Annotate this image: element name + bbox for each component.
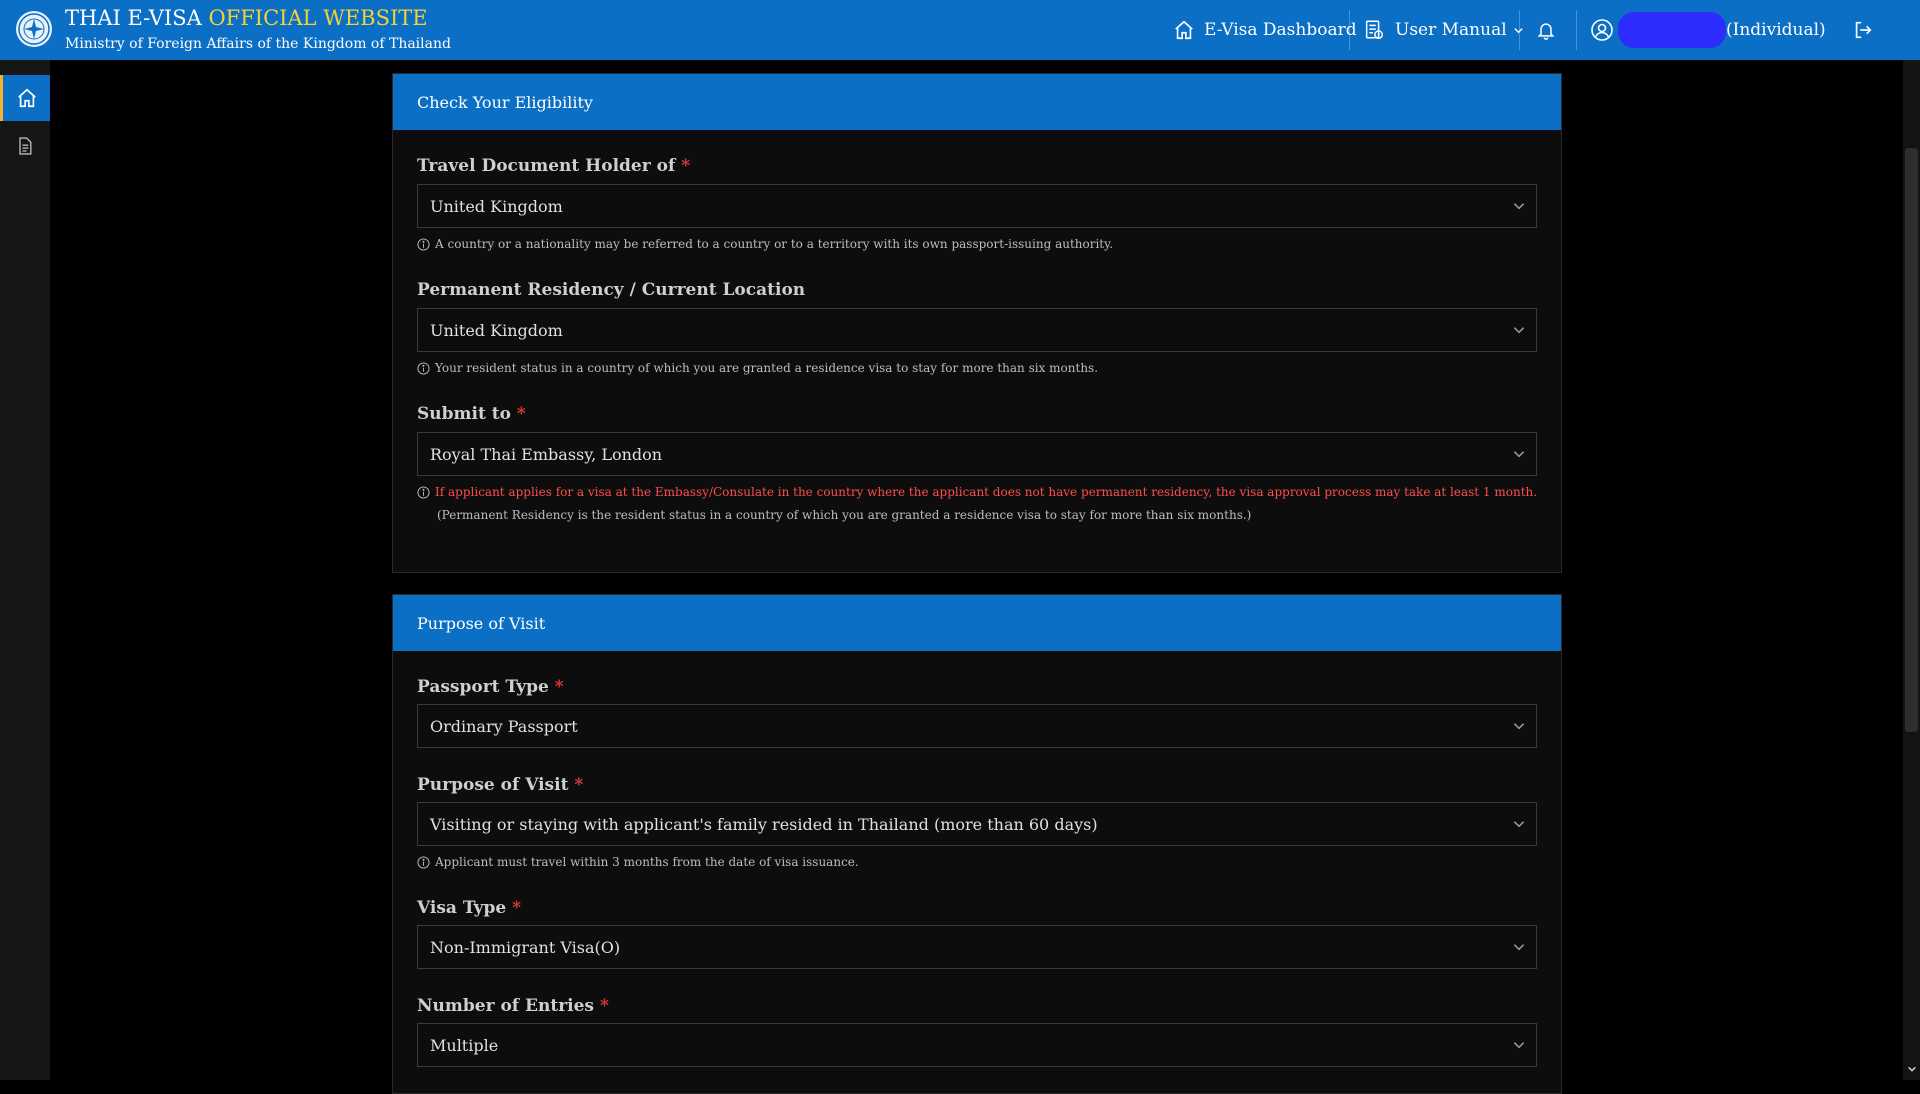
user-role-label: (Individual) bbox=[1726, 20, 1826, 40]
user-icon bbox=[1591, 19, 1613, 41]
scroll-down-button[interactable] bbox=[1905, 1062, 1918, 1076]
entries-label: Number of Entries * bbox=[417, 996, 609, 1016]
submit-to-warning: If applicant applies for a visa at the E… bbox=[417, 485, 1537, 499]
travel-doc-label: Travel Document Holder of * bbox=[417, 156, 690, 176]
home-icon bbox=[17, 88, 36, 108]
required-mark: * bbox=[574, 775, 584, 795]
chevron-down-icon bbox=[1513, 1042, 1525, 1049]
site-title-highlight: OFFICIAL WEBSITE bbox=[208, 6, 428, 30]
passport-type-label-text: Passport Type bbox=[417, 677, 549, 697]
info-icon bbox=[417, 485, 430, 499]
travel-doc-label-text: Travel Document Holder of bbox=[417, 156, 676, 176]
residency-hint-text: Your resident status in a country of whi… bbox=[435, 361, 1099, 375]
nav-user-manual-label: User Manual bbox=[1395, 20, 1507, 40]
redacted-username bbox=[1618, 12, 1726, 48]
submit-to-value: Royal Thai Embassy, London bbox=[430, 444, 663, 464]
nav-divider bbox=[1519, 10, 1520, 50]
passport-type-select[interactable]: Ordinary Passport bbox=[417, 704, 1537, 748]
required-mark: * bbox=[516, 404, 526, 424]
entries-select[interactable]: Multiple bbox=[417, 1023, 1537, 1067]
purpose-of-visit-hint: Applicant must travel within 3 months fr… bbox=[417, 855, 859, 869]
nav-evisa-dashboard-label: E-Visa Dashboard bbox=[1204, 20, 1357, 40]
residency-hint: Your resident status in a country of whi… bbox=[417, 361, 1098, 375]
residency-label: Permanent Residency / Current Location bbox=[417, 280, 806, 300]
purpose-of-visit-value: Visiting or staying with applicant's fam… bbox=[430, 814, 1098, 834]
purpose-of-visit-hint-text: Applicant must travel within 3 months fr… bbox=[435, 855, 859, 869]
bell-icon bbox=[1537, 23, 1555, 40]
travel-doc-hint: A country or a nationality may be referr… bbox=[417, 237, 1113, 251]
site-title-main: THAI E-VISA bbox=[65, 6, 202, 30]
required-mark: * bbox=[681, 156, 691, 176]
info-icon bbox=[417, 855, 430, 869]
travel-doc-select[interactable]: United Kingdom bbox=[417, 184, 1537, 228]
travel-doc-hint-text: A country or a nationality may be referr… bbox=[435, 237, 1114, 251]
required-mark: * bbox=[512, 898, 522, 918]
submit-to-note: (Permanent Residency is the resident sta… bbox=[437, 508, 1252, 522]
nav-user-manual[interactable]: User Manual bbox=[1363, 0, 1524, 60]
logout-button[interactable] bbox=[1852, 0, 1874, 60]
sidebar-item-documents[interactable] bbox=[0, 123, 50, 169]
purpose-card: Purpose of Visit Passport Type * Ordinar… bbox=[392, 594, 1562, 1094]
entries-value: Multiple bbox=[430, 1035, 499, 1055]
submit-to-select[interactable]: Royal Thai Embassy, London bbox=[417, 432, 1537, 476]
nav-divider bbox=[1576, 10, 1577, 50]
visa-type-label-text: Visa Type bbox=[417, 898, 507, 918]
purpose-heading: Purpose of Visit bbox=[393, 595, 1561, 651]
required-mark: * bbox=[599, 996, 609, 1016]
purpose-of-visit-label: Purpose of Visit * bbox=[417, 775, 583, 795]
info-icon bbox=[417, 361, 430, 375]
chevron-down-icon bbox=[1513, 723, 1525, 730]
sidebar-item-home[interactable] bbox=[0, 75, 50, 121]
top-header: THAI E-VISA OFFICIAL WEBSITE Ministry of… bbox=[0, 0, 1920, 60]
logout-icon bbox=[1855, 21, 1872, 39]
residency-value: United Kingdom bbox=[430, 320, 563, 340]
site-subtitle: Ministry of Foreign Affairs of the Kingd… bbox=[65, 36, 451, 52]
chevron-down-icon bbox=[1907, 1066, 1916, 1072]
nav-divider bbox=[1349, 10, 1350, 50]
eligibility-card: Check Your Eligibility Travel Document H… bbox=[392, 73, 1562, 573]
chevron-down-icon bbox=[1513, 451, 1525, 458]
user-profile-menu[interactable]: (Individual) bbox=[1590, 0, 1826, 60]
purpose-of-visit-select[interactable]: Visiting or staying with applicant's fam… bbox=[417, 802, 1537, 846]
visa-type-select[interactable]: Non-Immigrant Visa(O) bbox=[417, 925, 1537, 969]
passport-type-label: Passport Type * bbox=[417, 677, 564, 697]
eligibility-heading: Check Your Eligibility bbox=[393, 74, 1561, 130]
purpose-of-visit-label-text: Purpose of Visit bbox=[417, 775, 569, 795]
chevron-down-icon bbox=[1513, 203, 1525, 210]
submit-to-label: Submit to * bbox=[417, 404, 526, 424]
passport-type-value: Ordinary Passport bbox=[430, 716, 578, 736]
submit-to-label-text: Submit to bbox=[417, 404, 511, 424]
document-icon bbox=[19, 137, 32, 155]
chevron-down-icon bbox=[1513, 327, 1525, 334]
chevron-down-icon bbox=[1513, 821, 1525, 828]
manual-icon bbox=[1365, 20, 1383, 39]
visa-type-label: Visa Type * bbox=[417, 898, 521, 918]
travel-doc-value: United Kingdom bbox=[430, 196, 563, 216]
residency-select[interactable]: United Kingdom bbox=[417, 308, 1537, 352]
visa-type-value: Non-Immigrant Visa(O) bbox=[430, 937, 621, 957]
mfa-emblem-logo bbox=[16, 11, 52, 47]
sidebar bbox=[0, 60, 50, 1080]
nav-evisa-dashboard[interactable]: E-Visa Dashboard bbox=[1173, 0, 1357, 60]
notifications-button[interactable] bbox=[1536, 0, 1556, 60]
info-icon bbox=[417, 237, 430, 251]
chevron-down-icon bbox=[1513, 944, 1525, 951]
home-icon bbox=[1175, 20, 1193, 40]
site-title[interactable]: THAI E-VISA OFFICIAL WEBSITE bbox=[65, 6, 428, 30]
scrollbar-thumb[interactable] bbox=[1905, 148, 1918, 732]
required-mark: * bbox=[554, 677, 564, 697]
submit-to-warning-text: If applicant applies for a visa at the E… bbox=[435, 485, 1538, 499]
entries-label-text: Number of Entries bbox=[417, 996, 595, 1016]
